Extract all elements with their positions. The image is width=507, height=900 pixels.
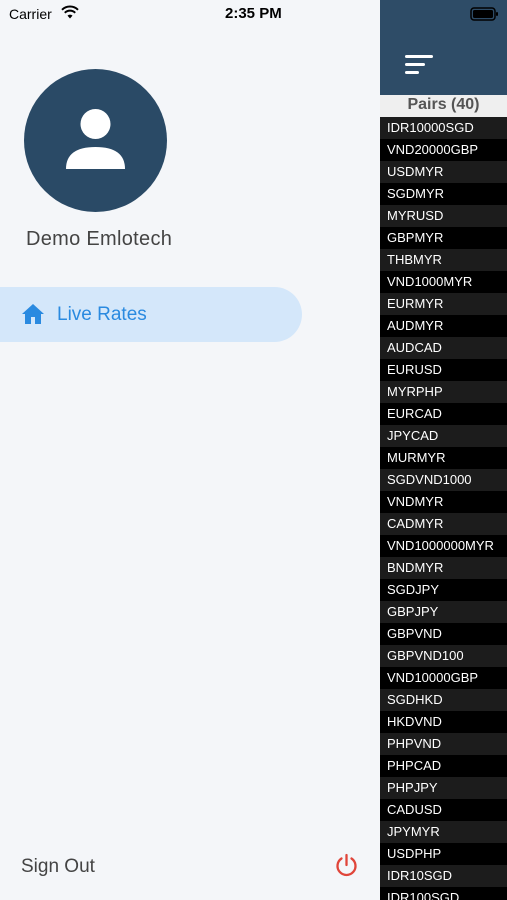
pair-row[interactable]: SGDMYR xyxy=(380,183,507,205)
menu-icon[interactable] xyxy=(404,53,434,77)
pairs-header: Pairs (40) xyxy=(380,95,507,117)
pair-row[interactable]: VND1000MYR xyxy=(380,271,507,293)
pair-row[interactable]: USDPHP xyxy=(380,843,507,865)
user-name: Demo Emlotech xyxy=(26,228,173,250)
clock-time: 2:35 PM xyxy=(225,5,282,22)
pair-row[interactable]: MYRPHP xyxy=(380,381,507,403)
status-bar: Carrier 2:35 PM xyxy=(0,0,380,28)
pair-row[interactable]: PHPJPY xyxy=(380,777,507,799)
pair-row[interactable]: EURMYR xyxy=(380,293,507,315)
pair-row[interactable]: SGDVND1000 xyxy=(380,469,507,491)
pair-row[interactable]: IDR10SGD xyxy=(380,865,507,887)
battery-icon xyxy=(470,7,498,21)
pair-row[interactable]: THBMYR xyxy=(380,249,507,271)
navigation-drawer: Carrier 2:35 PM Demo Emlotech Live Rates… xyxy=(0,0,380,900)
pair-row[interactable]: GBPVND100 xyxy=(380,645,507,667)
pair-row[interactable]: EURUSD xyxy=(380,359,507,381)
app-header xyxy=(380,0,507,95)
pair-row[interactable]: GBPJPY xyxy=(380,601,507,623)
wifi-icon xyxy=(61,5,79,19)
pair-row[interactable]: SGDHKD xyxy=(380,689,507,711)
pair-row[interactable]: HKDVND xyxy=(380,711,507,733)
pair-row[interactable]: GBPVND xyxy=(380,623,507,645)
pair-row[interactable]: MYRUSD xyxy=(380,205,507,227)
pair-row[interactable]: GBPMYR xyxy=(380,227,507,249)
home-icon xyxy=(22,304,44,324)
pair-row[interactable]: IDR100SGD xyxy=(380,887,507,900)
pair-row[interactable]: IDR10000SGD xyxy=(380,117,507,139)
pair-row[interactable]: AUDCAD xyxy=(380,337,507,359)
pair-row[interactable]: CADMYR xyxy=(380,513,507,535)
pair-row[interactable]: VND10000GBP xyxy=(380,667,507,689)
pairs-list: IDR10000SGD VND20000GBP USDMYR SGDMYR MYRUSD… xyxy=(380,117,507,900)
pair-row[interactable]: EURCAD xyxy=(380,403,507,425)
pair-row[interactable]: JPYMYR xyxy=(380,821,507,843)
signout-button[interactable]: Sign Out xyxy=(21,856,95,878)
pair-row[interactable]: MURMYR xyxy=(380,447,507,469)
pair-row[interactable]: JPYCAD xyxy=(380,425,507,447)
pair-row[interactable]: AUDMYR xyxy=(380,315,507,337)
pair-row[interactable]: VND20000GBP xyxy=(380,139,507,161)
pair-row[interactable]: USDMYR xyxy=(380,161,507,183)
avatar[interactable] xyxy=(24,69,167,212)
rates-panel: Pairs (40) IDR10000SGD VND20000GBP USDMYR S… xyxy=(380,0,507,900)
pair-row[interactable]: VNDMYR xyxy=(380,491,507,513)
carrier-label: Carrier xyxy=(9,6,52,22)
pair-row[interactable]: CADUSD xyxy=(380,799,507,821)
nav-item-live-rates[interactable]: Live Rates xyxy=(0,287,302,342)
pair-row[interactable]: SGDJPY xyxy=(380,579,507,601)
pair-row[interactable]: BNDMYR xyxy=(380,557,507,579)
pair-row[interactable]: PHPVND xyxy=(380,733,507,755)
pair-row[interactable]: VND1000000MYR xyxy=(380,535,507,557)
pair-row[interactable]: PHPCAD xyxy=(380,755,507,777)
power-icon[interactable] xyxy=(334,853,359,878)
user-icon xyxy=(66,109,125,169)
nav-item-label: Live Rates xyxy=(57,304,147,325)
